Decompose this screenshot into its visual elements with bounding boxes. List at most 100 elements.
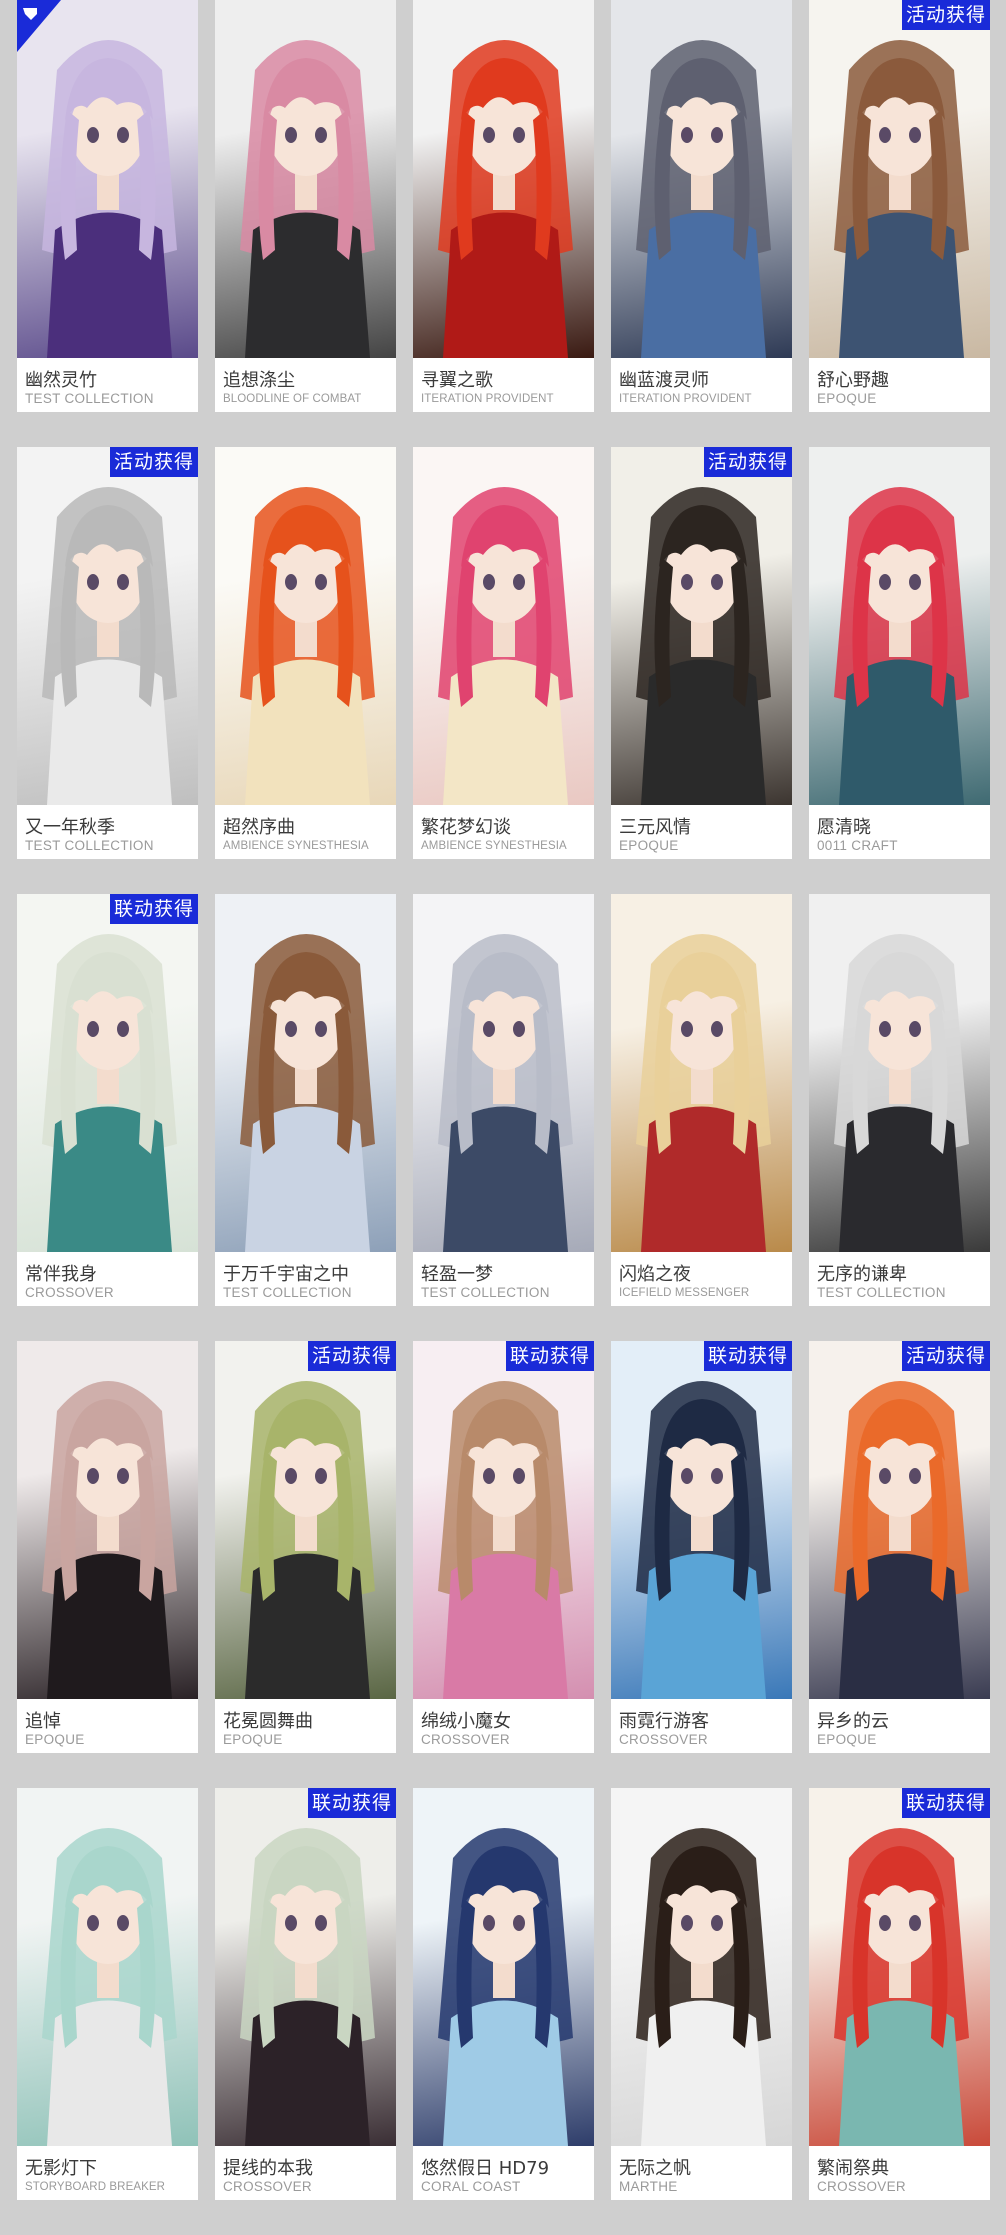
acquisition-badge: 活动获得 xyxy=(704,447,792,477)
skin-series: TEST COLLECTION xyxy=(223,1285,352,1300)
skin-series: AMBIENCE SYNESTHESIA xyxy=(421,840,567,852)
skin-name: 幽然灵竹 xyxy=(25,370,97,391)
character-illustration xyxy=(834,934,969,1252)
skin-card[interactable]: 幽蓝渡灵师 ITERATION PROVIDENT xyxy=(611,0,792,412)
skin-artwork xyxy=(611,1788,792,2146)
character-illustration xyxy=(636,1828,771,2146)
skin-card[interactable]: 活动获得又一年秋季 TEST COLLECTION xyxy=(17,447,198,859)
skin-name: 愿清晓 xyxy=(817,817,871,838)
skin-series: ITERATION PROVIDENT xyxy=(619,393,752,405)
skin-series: AMBIENCE SYNESTHESIA xyxy=(223,840,369,852)
character-illustration xyxy=(636,1381,771,1699)
skin-card[interactable]: 联动获得绵绒小魔女 CROSSOVER xyxy=(413,1341,594,1753)
acquisition-badge: 活动获得 xyxy=(110,447,198,477)
skin-card[interactable]: 活动获得 舒心野趣 EPOQUE xyxy=(809,0,990,412)
skin-series: TEST COLLECTION xyxy=(421,1285,550,1300)
skin-artwork xyxy=(611,0,792,358)
skin-artwork xyxy=(611,894,792,1252)
skin-name: 追悼 xyxy=(25,1711,61,1732)
skin-name: 常伴我身 xyxy=(25,1264,97,1285)
skin-name: 无际之帆 xyxy=(619,2158,691,2179)
skin-series: CROSSOVER xyxy=(223,2179,312,2194)
skin-card[interactable]: 超然序曲 AMBIENCE SYNESTHESIA xyxy=(215,447,396,859)
character-illustration xyxy=(42,934,177,1252)
skin-card[interactable]: 联动获得 提线的本我 CROSSOVER xyxy=(215,1788,396,2200)
acquisition-badge: 活动获得 xyxy=(902,1341,990,1371)
character-illustration xyxy=(438,40,573,358)
skin-card[interactable]: 无影灯下 STORYBOARD BREAKER xyxy=(17,1788,198,2200)
skin-card[interactable]: 无际之帆 MARTHE xyxy=(611,1788,792,2200)
skin-series: ITERATION PROVIDENT xyxy=(421,393,554,405)
skin-series: TEST COLLECTION xyxy=(817,1285,946,1300)
character-illustration xyxy=(42,487,177,805)
skin-card[interactable]: 联动获得 繁闹祭典 CROSSOVER xyxy=(809,1788,990,2200)
skin-card[interactable]: 活动获得 三元风情 EPOQUE xyxy=(611,447,792,859)
skin-card[interactable]: 寻翼之歌 ITERATION PROVIDENT xyxy=(413,0,594,412)
skin-series: MARTHE xyxy=(619,2179,678,2194)
character-illustration xyxy=(636,40,771,358)
skin-card[interactable]: 追想涤尘 BLOODLINE OF COMBAT xyxy=(215,0,396,412)
skin-artwork: 联动获得 xyxy=(611,1341,792,1699)
skin-card[interactable]: 幽然灵竹 TEST COLLECTION xyxy=(17,0,198,412)
skin-name: 三元风情 xyxy=(619,817,691,838)
character-illustration xyxy=(240,40,375,358)
character-illustration xyxy=(834,1381,969,1699)
character-illustration xyxy=(438,934,573,1252)
skin-name: 幽蓝渡灵师 xyxy=(619,370,709,391)
skin-card[interactable]: 追悼 EPOQUE xyxy=(17,1341,198,1753)
skin-artwork xyxy=(413,0,594,358)
skin-artwork: 活动获得 xyxy=(215,1341,396,1699)
skin-name: 追想涤尘 xyxy=(223,370,295,391)
skin-artwork: 活动获得 xyxy=(809,1341,990,1699)
skin-artwork xyxy=(413,447,594,805)
skin-card[interactable]: 活动获得 异乡的云 EPOQUE xyxy=(809,1341,990,1753)
skin-series: STORYBOARD BREAKER xyxy=(25,2181,166,2193)
skin-card[interactable]: 无序的谦卑 TEST COLLECTION xyxy=(809,894,990,1306)
skin-name: 绵绒小魔女 xyxy=(421,1711,511,1732)
skin-card[interactable]: 联动获得 雨霓行游客 CROSSOVER xyxy=(611,1341,792,1753)
skin-series: ICEFIELD MESSENGER xyxy=(619,1287,750,1299)
skin-series: 0011 CRAFT xyxy=(817,838,898,853)
acquisition-badge: 活动获得 xyxy=(308,1341,396,1371)
character-illustration xyxy=(834,40,969,358)
skin-series: CROSSOVER xyxy=(421,1732,510,1747)
acquisition-badge: 联动获得 xyxy=(308,1788,396,1818)
skin-artwork: 联动获得 xyxy=(413,1341,594,1699)
skin-card[interactable]: 于万千宇宙之中 TEST COLLECTION xyxy=(215,894,396,1306)
skin-artwork xyxy=(413,894,594,1252)
skin-name: 闪焰之夜 xyxy=(619,1264,691,1285)
skin-series: CROSSOVER xyxy=(619,1732,708,1747)
skin-name: 繁花梦幻谈 xyxy=(421,817,511,838)
skin-artwork: 联动获得 xyxy=(215,1788,396,2146)
skin-artwork: 联动获得 xyxy=(809,1788,990,2146)
skin-series: TEST COLLECTION xyxy=(25,391,154,406)
character-illustration xyxy=(42,40,177,358)
skin-card[interactable]: 愿清晓 0011 CRAFT xyxy=(809,447,990,859)
skin-artwork xyxy=(215,894,396,1252)
acquisition-badge: 联动获得 xyxy=(902,1788,990,1818)
character-illustration xyxy=(240,934,375,1252)
skin-card[interactable]: 繁花梦幻谈 AMBIENCE SYNESTHESIA xyxy=(413,447,594,859)
character-illustration xyxy=(636,487,771,805)
character-illustration xyxy=(834,1828,969,2146)
character-illustration xyxy=(42,1828,177,2146)
skin-name: 无序的谦卑 xyxy=(817,1264,907,1285)
skin-card[interactable]: 活动获得 花冕圆舞曲 EPOQUE xyxy=(215,1341,396,1753)
skin-artwork: 活动获得 xyxy=(809,0,990,358)
skin-card[interactable]: 联动获得 常伴我身 CROSSOVER xyxy=(17,894,198,1306)
acquisition-badge: 联动获得 xyxy=(506,1341,594,1371)
skin-name: 又一年秋季 xyxy=(25,817,115,838)
skin-card[interactable]: 轻盈一梦 TEST COLLECTION xyxy=(413,894,594,1306)
skin-artwork: 活动获得 xyxy=(17,447,198,805)
character-illustration xyxy=(834,487,969,805)
acquisition-badge: 联动获得 xyxy=(110,894,198,924)
skin-name: 于万千宇宙之中 xyxy=(223,1264,349,1285)
skin-name: 寻翼之歌 xyxy=(421,370,493,391)
skin-series: TEST COLLECTION xyxy=(25,838,154,853)
skin-card[interactable]: 闪焰之夜 ICEFIELD MESSENGER xyxy=(611,894,792,1306)
skin-gallery-grid: 幽然灵竹 TEST COLLECTION 追想涤尘 BLOODLINE OF COMB… xyxy=(0,0,1006,2235)
skin-card[interactable]: 悠然假日 HD79 CORAL COAST xyxy=(413,1788,594,2200)
skin-name: 繁闹祭典 xyxy=(817,2158,889,2179)
skin-artwork: 联动获得 xyxy=(17,894,198,1252)
skin-name: 超然序曲 xyxy=(223,817,295,838)
